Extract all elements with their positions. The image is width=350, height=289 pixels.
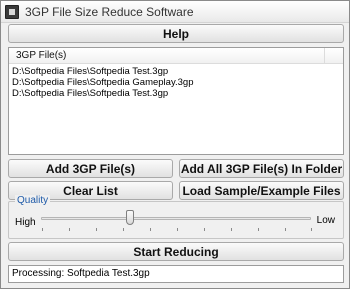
- quality-low-label: Low: [316, 215, 335, 226]
- slider-tick: [231, 228, 232, 231]
- quality-slider-thumb[interactable]: [126, 210, 134, 225]
- slider-tick: [42, 228, 43, 231]
- window-title: 3GP File Size Reduce Software: [25, 5, 194, 19]
- load-sample-button[interactable]: Load Sample/Example Files: [179, 181, 344, 200]
- file-list-items: D:\Softpedia Files\Softpedia Test.3gp D:…: [12, 66, 193, 99]
- app-window: 3GP File Size Reduce Software Help 3GP F…: [0, 0, 350, 289]
- add-folder-button[interactable]: Add All 3GP File(s) In Folder: [179, 159, 344, 178]
- slider-tick: [204, 228, 205, 231]
- list-item[interactable]: D:\Softpedia Files\Softpedia Test.3gp: [12, 88, 193, 99]
- slider-tick: [69, 228, 70, 231]
- column-header-files[interactable]: 3GP File(s): [9, 48, 325, 64]
- app-icon: [5, 5, 19, 19]
- title-bar[interactable]: 3GP File Size Reduce Software: [1, 1, 349, 23]
- status-bar: Processing: Softpedia Test.3gp: [8, 265, 344, 283]
- list-item[interactable]: D:\Softpedia Files\Softpedia Gameplay.3g…: [12, 77, 193, 88]
- slider-tick: [311, 228, 312, 231]
- list-item[interactable]: D:\Softpedia Files\Softpedia Test.3gp: [12, 66, 193, 77]
- add-files-button[interactable]: Add 3GP File(s): [8, 159, 173, 178]
- slider-tick: [177, 228, 178, 231]
- quality-slider-track[interactable]: [41, 217, 311, 220]
- slider-tick: [123, 228, 124, 231]
- help-button[interactable]: Help: [8, 24, 344, 43]
- quality-legend: Quality: [15, 195, 51, 206]
- file-list-header: 3GP File(s): [9, 48, 343, 64]
- slider-tick: [96, 228, 97, 231]
- start-reducing-button[interactable]: Start Reducing: [8, 242, 344, 261]
- quality-group: Quality High Low: [8, 195, 344, 239]
- file-list[interactable]: 3GP File(s) D:\Softpedia Files\Softpedia…: [8, 47, 344, 155]
- slider-tick: [285, 228, 286, 231]
- slider-tick: [150, 228, 151, 231]
- slider-tick: [258, 228, 259, 231]
- quality-high-label: High: [15, 217, 36, 228]
